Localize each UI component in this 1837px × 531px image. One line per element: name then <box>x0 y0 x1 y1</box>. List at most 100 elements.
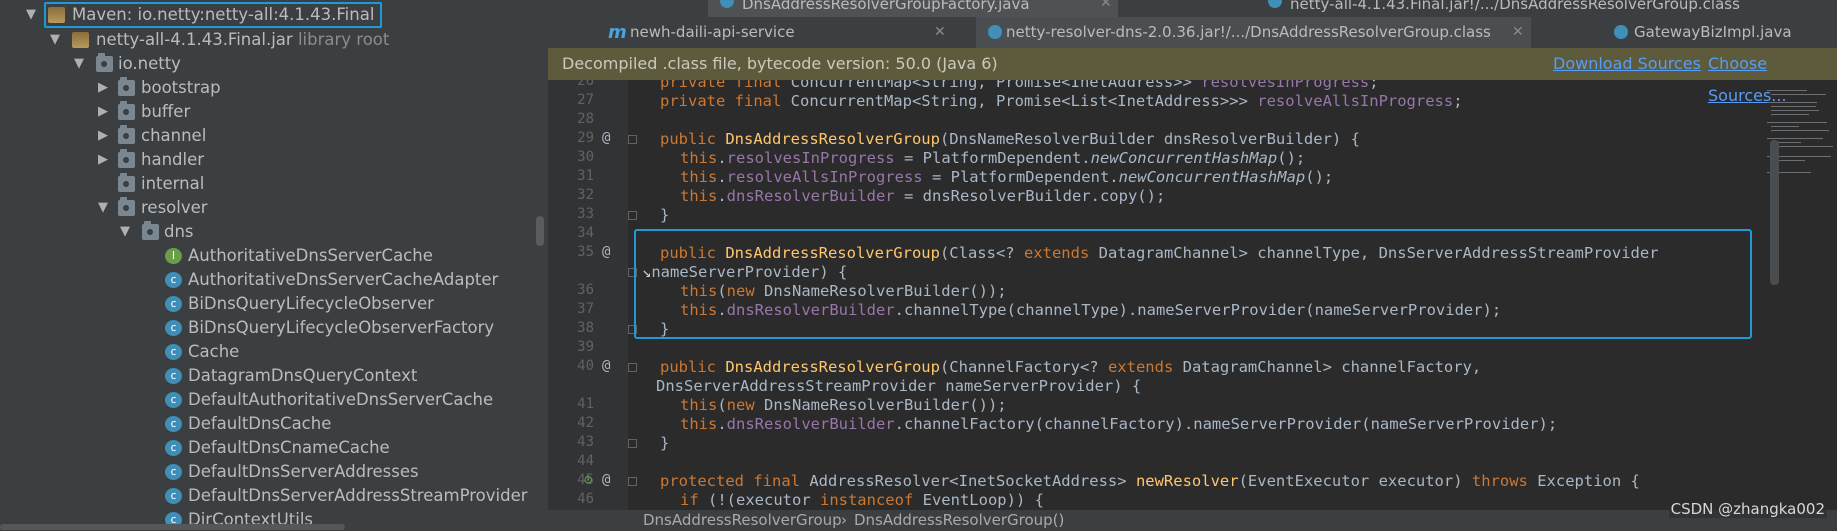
collapse-arrow-icon[interactable]: ▶ <box>98 124 112 148</box>
fold-icon[interactable] <box>628 211 637 220</box>
tree-label: bootstrap <box>141 78 221 97</box>
package-icon <box>118 149 135 168</box>
fold-icon[interactable] <box>628 477 637 486</box>
class-icon: c <box>165 272 182 288</box>
tree-label: DefaultDnsServerAddressStreamProvider <box>188 486 528 505</box>
interface-icon: I <box>165 248 182 264</box>
expand-arrow-icon[interactable]: ▼ <box>50 28 64 52</box>
line-number: 29 <box>577 130 594 146</box>
code-line: DnsServerAddressStreamProvider nameServe… <box>656 377 1142 395</box>
line-number: 33 <box>577 206 594 222</box>
tab-label: newh-daili-api-service <box>630 23 795 41</box>
expand-arrow-icon[interactable]: ▼ <box>26 3 40 27</box>
class-icon: c <box>165 320 182 336</box>
annotation-icon[interactable]: @ <box>602 358 610 374</box>
collapse-arrow-icon[interactable]: ▶ <box>98 100 112 124</box>
expand-arrow-icon[interactable]: ▼ <box>98 196 112 220</box>
close-icon[interactable]: ✕ <box>1100 0 1112 11</box>
expand-arrow-icon[interactable]: ▼ <box>120 220 134 244</box>
highlight-box <box>634 229 1752 339</box>
class-icon: c <box>165 488 182 504</box>
editor-area: DnsAddressResolverGroupFactory.java ✕ ne… <box>548 0 1837 531</box>
tab-gatewaybizimpl[interactable]: GatewayBizImpl.java <box>1614 17 1837 48</box>
tree-label: netty-all-4.1.43.Final.jar library root <box>96 30 390 49</box>
collapse-arrow-icon[interactable]: ▶ <box>98 76 112 100</box>
tree-label: channel <box>141 126 207 145</box>
tab-label: DnsAddressResolverGroupFactory.java <box>742 0 1030 13</box>
editor-tab-row: m newh-daili-api-service ✕ netty-resolve… <box>548 17 1837 49</box>
line-number: 41 <box>577 396 594 412</box>
code-line: this.resolvesInProgress = PlatformDepend… <box>680 149 1306 167</box>
tree-label: dns <box>164 222 194 241</box>
package-icon <box>118 77 135 96</box>
tree-horizontal-scrollbar[interactable] <box>0 524 345 530</box>
line-number: 27 <box>577 92 594 108</box>
tree-label: DefaultAuthoritativeDnsServerCache <box>188 390 494 409</box>
class-icon <box>988 25 1002 39</box>
tab-newh-daili-api-service[interactable]: m newh-daili-api-service ✕ <box>608 17 948 48</box>
tree-label: DefaultDnsServerAddresses <box>188 462 419 481</box>
code-line: public DnsAddressResolverGroup(ChannelFa… <box>660 358 1482 376</box>
line-number: 32 <box>577 187 594 203</box>
expand-arrow-icon[interactable]: ▼ <box>74 52 88 76</box>
code-editor[interactable]: 26 27 28 29 30 31 32 33 34 35 36 37 38 3… <box>548 80 1837 510</box>
tree-vertical-scrollbar[interactable] <box>536 216 544 246</box>
class-icon: c <box>165 296 182 312</box>
code-line: protected final AddressResolver<InetSock… <box>660 472 1640 490</box>
tree-label: io.netty <box>118 54 181 73</box>
breadcrumb: DnsAddressResolverGroup › DnsAddressReso… <box>548 510 1837 531</box>
close-icon[interactable]: ✕ <box>1512 17 1524 48</box>
editor-tab-row-top: DnsAddressResolverGroupFactory.java ✕ ne… <box>548 0 1837 18</box>
breadcrumb-item[interactable]: DnsAddressResolverGroup <box>643 510 842 531</box>
code-minimap[interactable] <box>1757 80 1837 510</box>
package-icon <box>118 173 135 192</box>
tab-netty-all-class[interactable]: netty-all-4.1.43.Final.jar!/.../DnsAddre… <box>1268 0 1828 17</box>
class-icon: c <box>165 440 182 456</box>
code-line: } <box>660 206 670 224</box>
line-number: 30 <box>577 149 594 165</box>
tree-label: internal <box>141 174 205 193</box>
code-line: public DnsAddressResolverGroup(DnsNameRe… <box>660 130 1360 148</box>
library-icon <box>48 7 65 23</box>
tab-netty-resolver-dns-class[interactable]: netty-resolver-dns-2.0.36.jar!/.../DnsAd… <box>976 17 1531 48</box>
class-icon: c <box>165 344 182 360</box>
code-line: private final ConcurrentMap<String, Prom… <box>660 92 1463 110</box>
annotation-icon[interactable]: @ <box>602 130 610 146</box>
annotation-icon[interactable]: @ <box>602 472 610 488</box>
breadcrumb-item[interactable]: DnsAddressResolverGroup() <box>854 510 1064 531</box>
editor-vertical-scrollbar[interactable] <box>1770 140 1779 285</box>
override-icon[interactable]: ⊙ <box>584 472 592 488</box>
tab-label: GatewayBizImpl.java <box>1634 23 1792 41</box>
tree-label: Cache <box>188 342 240 361</box>
line-number: 38 <box>577 320 594 336</box>
code-line: private final ConcurrentMap<String, Prom… <box>660 80 1379 91</box>
package-icon <box>142 221 159 240</box>
tree-label: resolver <box>141 198 208 217</box>
collapse-arrow-icon[interactable]: ▶ <box>98 148 112 172</box>
line-number: 34 <box>577 225 594 241</box>
fold-icon[interactable] <box>628 439 637 448</box>
package-icon <box>118 101 135 120</box>
close-icon[interactable]: ✕ <box>934 17 946 48</box>
breadcrumb-separator: › <box>841 511 847 529</box>
tab-label: netty-all-4.1.43.Final.jar!/.../DnsAddre… <box>1290 0 1740 13</box>
annotation-icon[interactable]: @ <box>602 244 610 260</box>
tree-label: AuthoritativeDnsServerCache <box>188 246 433 265</box>
banner-text: Decompiled .class file, bytecode version… <box>562 54 998 73</box>
line-number: 40 <box>577 358 594 374</box>
tree-label: AuthoritativeDnsServerCacheAdapter <box>188 270 499 289</box>
code-line: this.resolveAllsInProgress = PlatformDep… <box>680 168 1334 186</box>
line-number: 26 <box>577 80 594 89</box>
code-line: if (!(executor instanceof EventLoop)) { <box>680 491 1044 509</box>
module-icon: m <box>608 22 627 43</box>
tree-label: handler <box>141 150 205 169</box>
fold-icon[interactable] <box>628 363 637 372</box>
tab-dnsaddressresolvergroupfactory[interactable]: DnsAddressResolverGroupFactory.java ✕ <box>708 0 1118 17</box>
line-number: 36 <box>577 282 594 298</box>
line-number: 37 <box>577 301 594 317</box>
class-icon: c <box>165 416 182 432</box>
download-sources-link[interactable]: Download Sources <box>1553 48 1701 80</box>
tree-label: DefaultDnsCache <box>188 414 332 433</box>
fold-icon[interactable] <box>628 135 637 144</box>
package-icon <box>118 125 135 144</box>
